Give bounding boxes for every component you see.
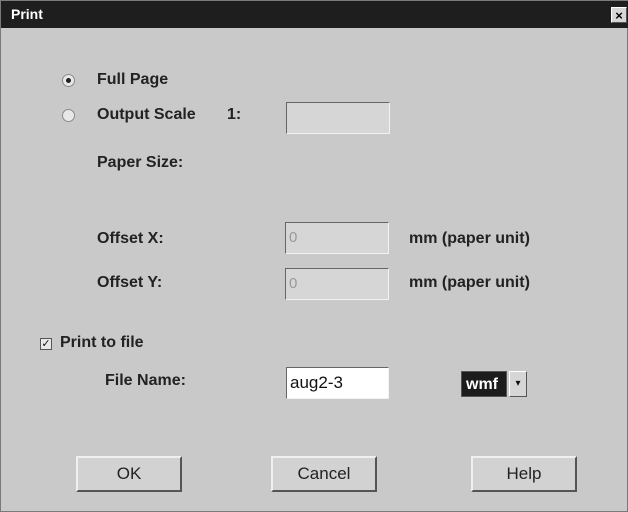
close-icon[interactable]: × [611, 7, 627, 23]
offset-x-label: Offset X: [97, 230, 164, 247]
file-name-input[interactable]: aug2-3 [286, 367, 389, 399]
offset-y-unit-label: mm (paper unit) [409, 274, 530, 291]
offset-y-input[interactable]: 0 [285, 268, 389, 300]
file-name-label: File Name: [105, 372, 186, 389]
dialog-title: Print [11, 6, 43, 22]
chevron-down-icon[interactable]: ▾ [509, 371, 527, 397]
offset-x-unit-label: mm (paper unit) [409, 230, 530, 247]
offset-y-label: Offset Y: [97, 274, 163, 291]
file-format-select[interactable]: wmf ▾ [461, 371, 527, 397]
full-page-radio[interactable] [62, 74, 75, 87]
help-button[interactable]: Help [471, 456, 577, 492]
full-page-label: Full Page [97, 71, 169, 88]
paper-size-label: Paper Size: [97, 154, 184, 171]
output-scale-input[interactable] [286, 102, 390, 134]
print-to-file-checkbox[interactable]: ✓ [40, 338, 52, 350]
print-to-file-label: Print to file [60, 334, 144, 351]
offset-x-input[interactable]: 0 [285, 222, 389, 254]
print-dialog: Print × Full Page Output Scale 1: Paper … [0, 0, 628, 512]
ok-button[interactable]: OK [76, 456, 182, 492]
output-scale-label: Output Scale [97, 106, 196, 123]
output-scale-radio[interactable] [62, 109, 75, 122]
file-format-value: wmf [461, 371, 507, 397]
cancel-button[interactable]: Cancel [271, 456, 377, 492]
scale-prefix-label: 1: [227, 106, 242, 123]
title-bar[interactable]: Print × [1, 1, 628, 28]
